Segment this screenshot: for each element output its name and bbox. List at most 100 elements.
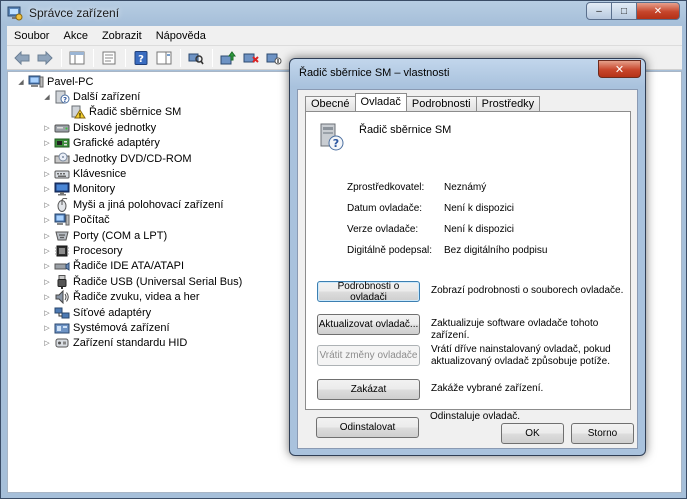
tree-item[interactable]: ▷ Systémová zařízení (16, 320, 242, 335)
disable-icon (266, 53, 282, 64)
action-pane-button[interactable] (153, 48, 175, 68)
tree-item[interactable]: ▷ Počítač (16, 213, 242, 228)
help-button[interactable]: ? (130, 48, 152, 68)
menu-action[interactable]: Akce (56, 26, 94, 46)
tab-general[interactable]: Obecné (305, 96, 356, 111)
disable-device-button[interactable]: Zakázat (317, 379, 420, 400)
tree-item[interactable]: ◢? Další zařízení (16, 89, 242, 104)
tree-item-label: Síťové adaptéry (73, 306, 152, 319)
collapse-arrow-icon[interactable]: ◢ (16, 77, 26, 87)
uninstall-button[interactable] (240, 48, 262, 68)
dialog-close-button[interactable]: ✕ (598, 60, 641, 78)
title-bar[interactable]: Správce zařízení – □ ✕ (1, 1, 686, 25)
tree-item[interactable]: ▷ Procesory (16, 243, 242, 258)
tree-item[interactable]: ▷ Klávesnice (16, 166, 242, 181)
tab-driver[interactable]: Ovladač (354, 93, 407, 111)
menu-help[interactable]: Nápověda (149, 26, 213, 46)
collapse-arrow-icon[interactable]: ◢ (42, 92, 52, 102)
tree-item[interactable]: ▷ Porty (COM a LPT) (16, 228, 242, 243)
tree-item[interactable]: ▷ Řadiče IDE ATA/ATAPI (16, 259, 242, 274)
expand-arrow-icon[interactable]: ▷ (42, 184, 52, 194)
update-driver-button[interactable] (217, 48, 239, 68)
svg-text:?: ? (333, 137, 339, 150)
expand-arrow-icon[interactable]: ▷ (42, 215, 52, 225)
console-tree-icon (69, 51, 85, 64)
tab-resources[interactable]: Prostředky (475, 96, 541, 111)
disk-drive-icon (54, 121, 70, 135)
tree-item-label: Monitory (73, 183, 116, 196)
tree-root[interactable]: ◢ Pavel-PC (16, 74, 242, 89)
update-driver-button[interactable]: Aktualizovat ovladač... (317, 314, 420, 335)
expand-arrow-icon[interactable]: ▷ (42, 323, 52, 333)
tree-root-label: Pavel-PC (47, 75, 94, 88)
tree-item[interactable]: ▷ Grafické adaptéry (16, 136, 242, 151)
tree-item[interactable]: ▷ Jednotky DVD/CD-ROM (16, 151, 242, 166)
mouse-icon (54, 197, 70, 212)
tree-item[interactable]: ▷ Diskové jednotky (16, 120, 242, 135)
update-driver-icon (220, 50, 236, 64)
expand-arrow-icon[interactable]: ▷ (42, 308, 52, 318)
show-hide-console-tree-button[interactable] (66, 48, 88, 68)
cancel-button[interactable]: Storno (571, 423, 634, 444)
display-adapter-icon (54, 136, 70, 150)
properties-dialog: Řadič sběrnice SM – vlastnosti ✕ Obecné … (289, 58, 646, 456)
toolbar-separator (125, 48, 126, 67)
ok-button[interactable]: OK (501, 423, 564, 444)
expand-arrow-icon[interactable]: ▷ (42, 138, 52, 148)
help-icon: ? (134, 50, 148, 65)
tree-item[interactable]: ▷ Síťové adaptéry (16, 305, 242, 320)
expand-arrow-icon[interactable]: ▷ (42, 154, 52, 164)
digital-signer-value: Bez digitálního podpisu (444, 245, 548, 256)
expand-arrow-icon[interactable]: ▷ (42, 261, 52, 271)
device-tree: ◢ Pavel-PC ◢? Další zařízení! Řadič sběrni… (16, 74, 242, 351)
keyboard-icon (54, 167, 70, 181)
close-button[interactable]: ✕ (636, 2, 680, 20)
tree-item[interactable]: ▷ Řadiče zvuku, videa a her (16, 289, 242, 305)
expand-arrow-icon[interactable]: ▷ (42, 292, 52, 302)
expand-arrow-icon[interactable]: ▷ (42, 231, 52, 241)
dialog-title: Řadič sběrnice SM – vlastnosti (299, 67, 450, 79)
roll-back-driver-button[interactable]: Vrátit změny ovladače (317, 345, 420, 366)
expand-arrow-icon[interactable]: ▷ (42, 277, 52, 287)
tree-item[interactable]: ▷ Řadiče USB (Universal Serial Bus) (16, 274, 242, 289)
tree-item[interactable]: ▷ Myši a jiná polohovací zařízení (16, 197, 242, 212)
expand-arrow-icon[interactable]: ▷ (42, 338, 52, 348)
tree-item[interactable]: ▷ Zařízení standardu HID (16, 336, 242, 351)
update-driver-description: Zaktualizuje software ovladače tohoto za… (431, 318, 599, 341)
provider-value: Neznámý (444, 182, 487, 193)
driver-date-value: Není k dispozici (444, 203, 515, 214)
uninstall-driver-button[interactable]: Odinstalovat (316, 417, 419, 438)
provider-label: Zprostředkovatel: (347, 182, 425, 193)
roll-back-driver-description: Vrátí dříve nainstalovaný ovladač, pokud… (431, 344, 611, 367)
expand-arrow-icon[interactable]: ▷ (42, 246, 52, 256)
tree-item-label: Diskové jednotky (73, 121, 157, 134)
tree-item-label: Řadiče IDE ATA/ATAPI (73, 260, 185, 273)
monitor-icon (54, 182, 70, 196)
minimize-button[interactable]: – (586, 2, 612, 20)
usb-icon (54, 274, 70, 289)
maximize-button[interactable]: □ (611, 2, 637, 20)
network-adapter-icon (54, 306, 70, 320)
action-pane-icon (156, 51, 172, 64)
driver-version-label: Verze ovladače: (347, 224, 419, 235)
back-button[interactable] (11, 48, 33, 68)
expand-arrow-icon[interactable]: ▷ (42, 123, 52, 133)
menu-file[interactable]: Soubor (7, 26, 56, 46)
forward-button[interactable] (34, 48, 56, 68)
tab-details[interactable]: Podrobnosti (405, 96, 477, 111)
dialog-body: Obecné Ovladač Podrobnosti Prostředky ? … (297, 89, 638, 449)
expand-arrow-icon[interactable]: ▷ (42, 200, 52, 210)
expand-arrow-icon[interactable]: ▷ (42, 169, 52, 179)
tree-item[interactable]: ▷ Monitory (16, 182, 242, 197)
properties-button[interactable] (98, 48, 120, 68)
tab-strip: Obecné Ovladač Podrobnosti Prostředky (305, 93, 541, 111)
driver-details-button[interactable]: Podrobnosti o ovladači (317, 281, 420, 303)
system-devices-icon (54, 321, 70, 335)
back-arrow-icon (14, 50, 30, 65)
tree-item[interactable]: ! Řadič sběrnice SM (16, 105, 242, 120)
digital-signer-label: Digitálně podepsal: (347, 245, 433, 256)
menu-view[interactable]: Zobrazit (95, 26, 149, 46)
driver-date-label: Datum ovladače: (347, 203, 423, 214)
disable-button[interactable] (263, 48, 285, 68)
scan-hardware-button[interactable] (185, 48, 207, 68)
